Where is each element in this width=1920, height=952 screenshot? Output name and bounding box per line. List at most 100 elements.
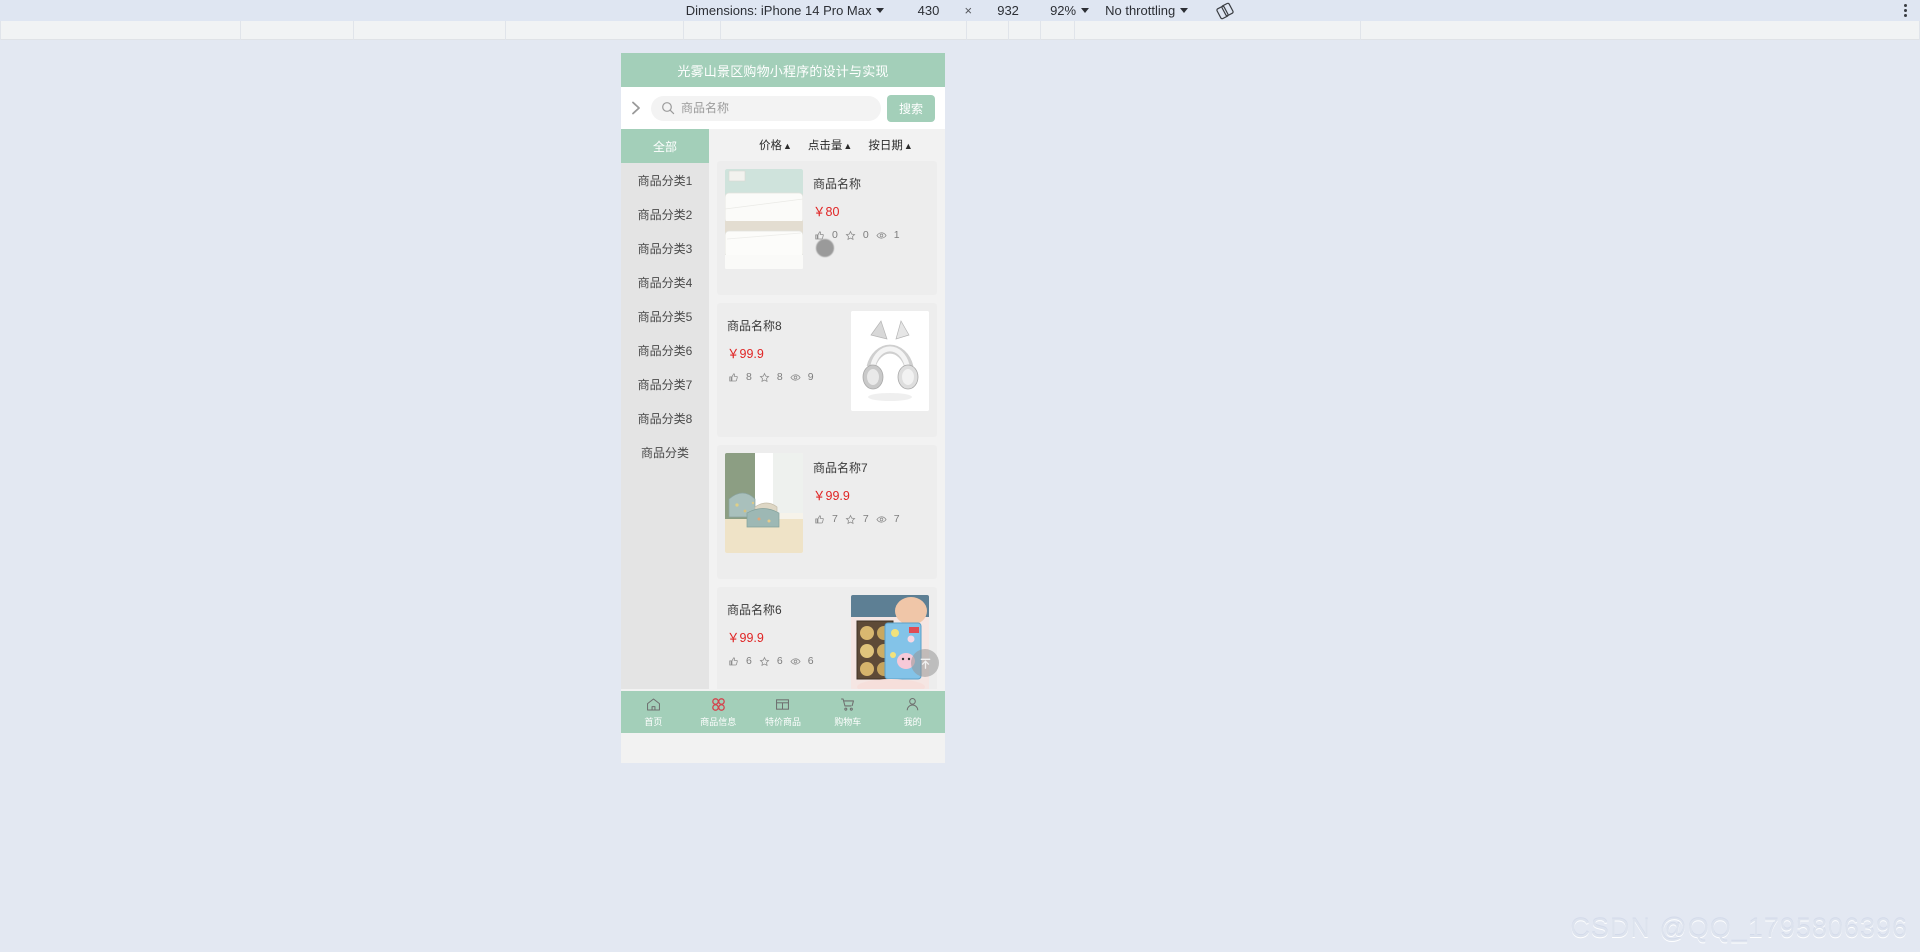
eye-icon: [876, 513, 887, 525]
tab-shopping-cart-label: 购物车: [834, 717, 862, 727]
dimensions-label: Dimensions: iPhone 14 Pro Max: [685, 3, 872, 18]
tab-home-label: 首页: [644, 717, 663, 727]
views-count: 6: [807, 655, 814, 667]
product-thumbnail-headphones: [851, 311, 929, 411]
scroll-to-top-button[interactable]: [911, 649, 939, 677]
favorites-count: 0: [862, 229, 869, 241]
sort-arrow-up-icon: ▲: [783, 141, 792, 151]
dot: [1903, 14, 1907, 17]
phone-bottom-padding: [621, 733, 945, 763]
sort-tab-clicks[interactable]: 点击量▲: [808, 137, 852, 153]
ruler-tick: [353, 21, 354, 40]
star-icon: [759, 655, 770, 667]
sidebar-item-category-7[interactable]: 商品分类7: [621, 367, 709, 401]
sort-arrow-up-icon: ▲: [903, 141, 913, 151]
tab-home[interactable]: 首页: [621, 696, 686, 728]
star-icon: [759, 371, 770, 383]
sort-tab-date[interactable]: 按日期▲: [868, 137, 912, 153]
views-count: 9: [807, 371, 814, 383]
product-name: 商品名称: [813, 177, 862, 191]
sidebar-item-category-1[interactable]: 商品分类1: [621, 163, 709, 197]
tab-my-account[interactable]: 我的: [880, 696, 945, 728]
watermark: CSDN @QQ_1795806396: [1570, 913, 1908, 943]
search-button[interactable]: 搜索: [886, 94, 935, 122]
ruler-tick: [0, 21, 1, 40]
zoom-dropdown[interactable]: 92%: [1050, 3, 1091, 18]
tab-special-offers-label: 特价商品: [764, 717, 801, 727]
sort-tab-clicks-label: 点击量: [807, 140, 843, 152]
ruler-tick: [1008, 21, 1009, 40]
app-header: 光雾山景区购物小程序的设计与实现: [621, 53, 945, 87]
phone-screen: 光雾山景区购物小程序的设计与实现 搜索: [621, 53, 945, 763]
thumbs-up-icon: [728, 371, 739, 383]
product-thumbnail-cushions: [725, 453, 803, 553]
likes-count: 7: [832, 513, 838, 525]
search-bar: 搜索: [621, 87, 945, 129]
tab-product-info-label: 商品信息: [700, 717, 737, 727]
product-price: ￥99.9: [813, 489, 850, 503]
sort-arrow-up-icon: ▲: [843, 141, 853, 151]
page-title: 光雾山景区购物小程序的设计与实现: [677, 63, 889, 79]
product-name: 商品名称6: [727, 603, 782, 617]
product-info: 商品名称8 ￥99.9 8 8 9: [725, 311, 851, 383]
sidebar-item-category-2[interactable]: 商品分类2: [621, 197, 709, 231]
chevron-down-icon: [876, 8, 885, 13]
chevron-down-icon: [1081, 8, 1090, 13]
product-stats: 6 6 6: [727, 655, 841, 667]
product-price: ￥99.9: [727, 347, 764, 361]
sidebar-item-category-5[interactable]: 商品分类5: [621, 299, 709, 333]
sidebar-item-all[interactable]: 全部: [621, 129, 709, 163]
dot: [1903, 9, 1907, 12]
search-field-wrapper[interactable]: [651, 95, 881, 121]
product-card[interactable]: 商品名称 ￥80 0 0 1: [717, 161, 937, 295]
thumbs-up-icon: [728, 655, 739, 667]
sidebar-item-category-6[interactable]: 商品分类6: [621, 333, 709, 367]
devtools-device-toolbar: Dimensions: iPhone 14 Pro Max 430 × 932 …: [0, 0, 1920, 21]
ruler-tick: [505, 21, 506, 40]
product-price: ￥99.9: [727, 631, 764, 645]
chevron-right-icon[interactable]: [627, 99, 645, 117]
views-count: 1: [893, 229, 900, 241]
sidebar-item-category-9[interactable]: 商品分类: [621, 435, 709, 469]
eye-icon: [876, 229, 887, 241]
product-stats: 7 7 7: [813, 513, 919, 525]
ruler-tick: [966, 21, 967, 40]
eye-icon: [790, 655, 801, 667]
product-info: 商品名称 ￥80 0 0 1: [803, 169, 929, 241]
throttling-dropdown[interactable]: No throttling: [1105, 3, 1190, 18]
tab-shopping-cart[interactable]: 购物车: [815, 696, 880, 728]
sort-tabs: 价格▲ 点击量▲ 按日期▲: [717, 129, 937, 161]
product-thumbnail-bedding: [725, 169, 803, 269]
dot: [1903, 4, 1907, 7]
content-area: 全部 商品分类1 商品分类2 商品分类3 商品分类4 商品分类5 商品分类6 商…: [621, 129, 945, 689]
ruler-tick: [720, 21, 721, 40]
more-options-icon[interactable]: [1897, 2, 1913, 19]
search-icon: [661, 101, 675, 115]
search-input[interactable]: [681, 95, 871, 121]
product-card[interactable]: 商品名称8 ￥99.9 8 8 9: [717, 303, 937, 437]
sidebar-item-category-4[interactable]: 商品分类4: [621, 265, 709, 299]
views-count: 7: [893, 513, 900, 525]
shopping-cart-icon: [839, 696, 856, 713]
sort-tab-price-label: 价格: [759, 140, 782, 152]
sidebar-item-category-8[interactable]: 商品分类8: [621, 401, 709, 435]
rotate-icon[interactable]: [1216, 2, 1234, 20]
product-name: 商品名称7: [813, 461, 868, 475]
sidebar-item-category-3[interactable]: 商品分类3: [621, 231, 709, 265]
likes-count: 0: [832, 229, 838, 241]
ruler-tick: [1074, 21, 1075, 40]
tab-special-offers[interactable]: 特价商品: [751, 696, 816, 728]
dimensions-dropdown[interactable]: Dimensions: iPhone 14 Pro Max: [686, 3, 887, 18]
tab-product-info[interactable]: 商品信息: [686, 696, 751, 728]
ruler-tick: [240, 21, 241, 40]
tab-my-account-label: 我的: [903, 717, 922, 727]
viewport-width-input[interactable]: 430: [900, 3, 956, 18]
product-card[interactable]: 商品名称6 ￥99.9 6 6 6: [717, 587, 937, 689]
bottom-tab-bar: 首页 商品信息 特价商品 购物车 我的: [621, 691, 945, 733]
product-list-column: 价格▲ 点击量▲ 按日期▲ 商品名称 ￥80 0 0 1 商品名称8 ￥99.9…: [709, 129, 945, 689]
sort-tab-price[interactable]: 价格▲: [759, 137, 792, 153]
viewport-height-input[interactable]: 932: [980, 3, 1036, 18]
product-card[interactable]: 商品名称7 ￥99.9 7 7 7: [717, 445, 937, 579]
ruler-tick: [683, 21, 684, 40]
window-grid-icon: [774, 696, 791, 713]
